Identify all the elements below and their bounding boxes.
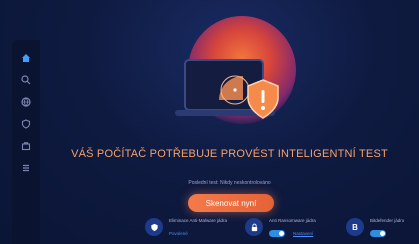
- feature-label: Eliminace Anti-Malware jádra: [169, 218, 228, 223]
- feature-label: Anti Ransomware jádra: [269, 218, 316, 223]
- feature-anti-ransomware: Anti Ransomware jádra Nastavení: [245, 214, 340, 244]
- feature-settings-link[interactable]: Nastavení: [293, 231, 313, 236]
- feature-anti-malware: Eliminace Anti-Malware jádra Povolené: [145, 214, 235, 244]
- briefcase-icon[interactable]: [18, 138, 34, 154]
- search-glyph: [21, 75, 31, 85]
- feature-toggle[interactable]: [269, 230, 285, 237]
- home-glyph: [22, 54, 30, 62]
- briefcase-glyph: [21, 142, 31, 151]
- feature-status[interactable]: Povolené: [169, 231, 188, 236]
- main-content: VÁŠ POČÍTAČ POTŘEBUJE PROVÉST INTELIGENT…: [40, 8, 419, 244]
- shield-icon[interactable]: [18, 116, 34, 132]
- shield-icon: [145, 218, 163, 236]
- warning-shield-icon: [247, 79, 279, 119]
- feature-toggle[interactable]: [370, 230, 386, 237]
- search-icon[interactable]: [18, 72, 34, 88]
- list-icon[interactable]: [18, 160, 34, 176]
- globe-glyph: [21, 97, 31, 107]
- shield-glyph: [150, 223, 158, 231]
- home-icon[interactable]: [18, 50, 34, 66]
- shield-glyph: [21, 119, 31, 129]
- feature-bar: Eliminace Anti-Malware jádra Povolené An…: [100, 214, 419, 244]
- list-glyph: [23, 164, 29, 172]
- feature-label: Bitdefender jádro: [370, 218, 405, 223]
- feature-bitdefender: B Bitdefender jádro: [346, 214, 419, 244]
- lock-glyph: [251, 223, 257, 231]
- app-window: VÁŠ POČÍTAČ POTŘEBUJE PROVÉST INTELIGENT…: [0, 0, 419, 244]
- globe-icon[interactable]: [18, 94, 34, 110]
- scan-now-button[interactable]: Skenovat nyní: [188, 194, 274, 212]
- lock-icon: [245, 218, 263, 236]
- b-icon: B: [346, 218, 364, 236]
- last-test-label: Poslední test: Nikdy neskontrolováno: [188, 180, 271, 186]
- page-title: VÁŠ POČÍTAČ POTŘEBUJE PROVÉST INTELIGENT…: [71, 148, 388, 160]
- sidebar: [12, 40, 40, 244]
